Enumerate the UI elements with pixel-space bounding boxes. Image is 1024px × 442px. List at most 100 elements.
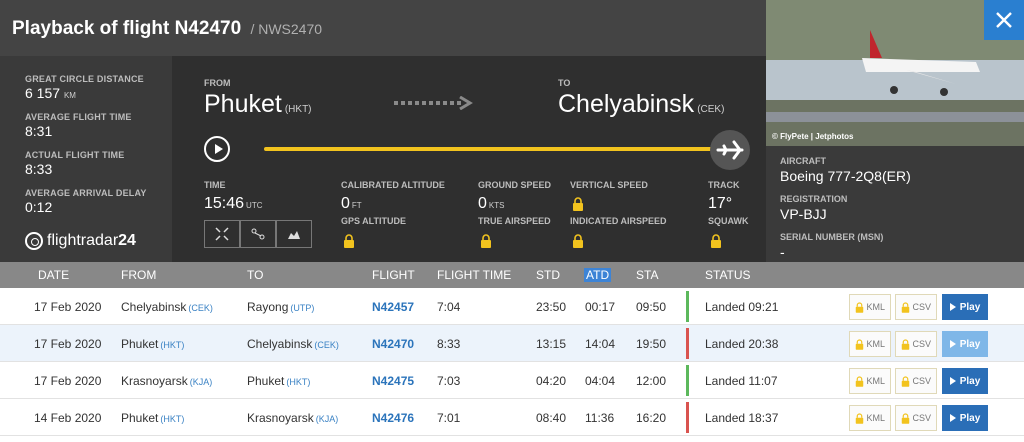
cell-date: 17 Feb 2020: [34, 337, 102, 351]
col-from[interactable]: FROM: [121, 268, 156, 282]
cell-flight-time: 7:03: [437, 374, 461, 388]
cell-atd: 04:04: [585, 374, 616, 388]
cell-from: Krasnoyarsk (KJA): [121, 374, 213, 388]
lock-icon: [855, 301, 864, 313]
registration-value: VP-BJJ: [780, 206, 827, 222]
altitude-graph-button[interactable]: [276, 220, 312, 248]
cell-sta: 19:50: [636, 337, 667, 351]
flightradar24-logo: flightradar 24: [25, 232, 136, 250]
route-view-button[interactable]: [240, 220, 276, 248]
route-icon: [251, 228, 265, 240]
cell-flight-time: 7:01: [437, 411, 461, 425]
page-title: Playback of flight N42470 / NWS2470: [12, 18, 323, 39]
play-button[interactable]: Play: [942, 331, 988, 357]
table-row[interactable]: 17 Feb 2020 Chelyabinsk (CEK) Rayong (UTP)…: [0, 288, 1024, 325]
col-flight[interactable]: FLIGHT: [372, 268, 415, 282]
status-indicator: [686, 365, 689, 396]
lock-icon: [344, 234, 354, 248]
cell-std: 04:20: [536, 374, 567, 388]
playback-play-button[interactable]: [204, 136, 230, 162]
to-label: TO: [558, 78, 571, 88]
lock-icon: [855, 375, 864, 387]
time-value: 15:46 UTC: [204, 195, 263, 212]
aircraft-info: © FlyPete | Jetphotos AIRCRAFT Boeing 77…: [766, 0, 1024, 262]
cell-flight-time: 7:04: [437, 300, 461, 314]
cell-flight-link[interactable]: N42470: [372, 337, 414, 351]
col-flight-time[interactable]: FLIGHT TIME: [437, 268, 511, 282]
stat-average-flight-time: AVERAGE FLIGHT TIME 8:31: [25, 112, 132, 139]
cell-to: Krasnoyarsk (KJA): [247, 411, 339, 425]
col-std[interactable]: STD: [536, 268, 560, 282]
fit-view-button[interactable]: [204, 220, 240, 248]
stat-actual-flight-time: ACTUAL FLIGHT TIME 8:33: [25, 150, 125, 177]
col-to[interactable]: TO: [247, 268, 263, 282]
view-mode-buttons: [204, 220, 312, 248]
cell-date: 14 Feb 2020: [34, 411, 102, 425]
csv-button[interactable]: CSV: [895, 331, 937, 357]
play-button[interactable]: Play: [942, 368, 988, 394]
calibrated-altitude-label: CALIBRATED ALTITUDE: [341, 180, 445, 190]
table-row[interactable]: 14 Feb 2020 Phuket (HKT) Krasnoyarsk (KJA)…: [0, 399, 1024, 436]
cell-status: Landed 20:38: [705, 337, 779, 351]
kml-button[interactable]: KML: [849, 331, 891, 357]
cell-std: 08:40: [536, 411, 567, 425]
track-value: 17°: [708, 195, 733, 212]
squawk-label: SQUAWK: [708, 216, 749, 226]
play-icon: [949, 414, 956, 422]
flight-stats: GREAT CIRCLE DISTANCE 6 157 KM AVERAGE F…: [0, 56, 172, 262]
col-atd[interactable]: ATD: [584, 268, 612, 282]
lock-icon: [711, 234, 721, 248]
time-label: TIME: [204, 180, 226, 190]
cell-sta: 12:00: [636, 374, 667, 388]
cell-std: 13:15: [536, 337, 567, 351]
true-airspeed-label: TRUE AIRSPEED: [478, 216, 551, 226]
play-button[interactable]: Play: [942, 405, 988, 431]
close-icon: [996, 12, 1012, 28]
callsign-subtitle: / NWS2470: [250, 21, 323, 37]
kml-button[interactable]: KML: [849, 405, 891, 431]
lock-icon: [901, 338, 910, 350]
playback-progress-track[interactable]: [264, 147, 716, 151]
lock-icon: [481, 234, 491, 248]
play-icon: [949, 377, 956, 385]
collapse-icon: [215, 227, 229, 241]
cell-flight-link[interactable]: N42476: [372, 411, 414, 425]
kml-button[interactable]: KML: [849, 294, 891, 320]
ground-speed-label: GROUND SPEED: [478, 180, 552, 190]
stat-average-arrival-delay: AVERAGE ARRIVAL DELAY 0:12: [25, 188, 147, 215]
col-date[interactable]: DATE: [38, 268, 69, 282]
play-button[interactable]: Play: [942, 294, 988, 320]
history-table-header: DATE FROM TO FLIGHT FLIGHT TIME STD ATD …: [0, 262, 1024, 288]
csv-button[interactable]: CSV: [895, 294, 937, 320]
col-sta[interactable]: STA: [636, 268, 658, 282]
destination-city: Chelyabinsk (CEK): [558, 90, 725, 118]
cell-flight-time: 8:33: [437, 337, 461, 351]
cell-status: Landed 09:21: [705, 300, 779, 314]
table-row[interactable]: 17 Feb 2020 Krasnoyarsk (KJA) Phuket (HKT)…: [0, 362, 1024, 399]
ground-speed-value: 0 KTS: [478, 195, 505, 212]
cell-flight-link[interactable]: N42475: [372, 374, 414, 388]
table-row[interactable]: 17 Feb 2020 Phuket (HKT) Chelyabinsk (CEK)…: [0, 325, 1024, 362]
cell-atd: 00:17: [585, 300, 616, 314]
from-label: FROM: [204, 78, 231, 88]
close-button[interactable]: [984, 0, 1024, 40]
cell-from: Chelyabinsk (CEK): [121, 300, 213, 314]
vertical-speed-label: VERTICAL SPEED: [570, 180, 648, 190]
lock-icon: [573, 197, 583, 211]
calibrated-altitude-value: 0 FT: [341, 195, 362, 212]
cell-status: Landed 18:37: [705, 411, 779, 425]
status-indicator: [686, 328, 689, 359]
aircraft-value: Boeing 777-2Q8(ER): [780, 168, 911, 184]
cell-std: 23:50: [536, 300, 567, 314]
csv-button[interactable]: CSV: [895, 405, 937, 431]
csv-button[interactable]: CSV: [895, 368, 937, 394]
kml-button[interactable]: KML: [849, 368, 891, 394]
gps-altitude-label: GPS ALTITUDE: [341, 216, 406, 226]
lock-icon: [855, 338, 864, 350]
cell-atd: 11:36: [585, 411, 615, 425]
playback-area: FROM Phuket (HKT) TO Chelyabinsk (CEK) TIM…: [172, 56, 766, 262]
flight-playback-panel: Playback of flight N42470 / NWS2470 GREA…: [0, 0, 1024, 262]
cell-to: Chelyabinsk (CEK): [247, 337, 339, 351]
cell-flight-link[interactable]: N42457: [372, 300, 414, 314]
col-status[interactable]: STATUS: [705, 268, 751, 282]
